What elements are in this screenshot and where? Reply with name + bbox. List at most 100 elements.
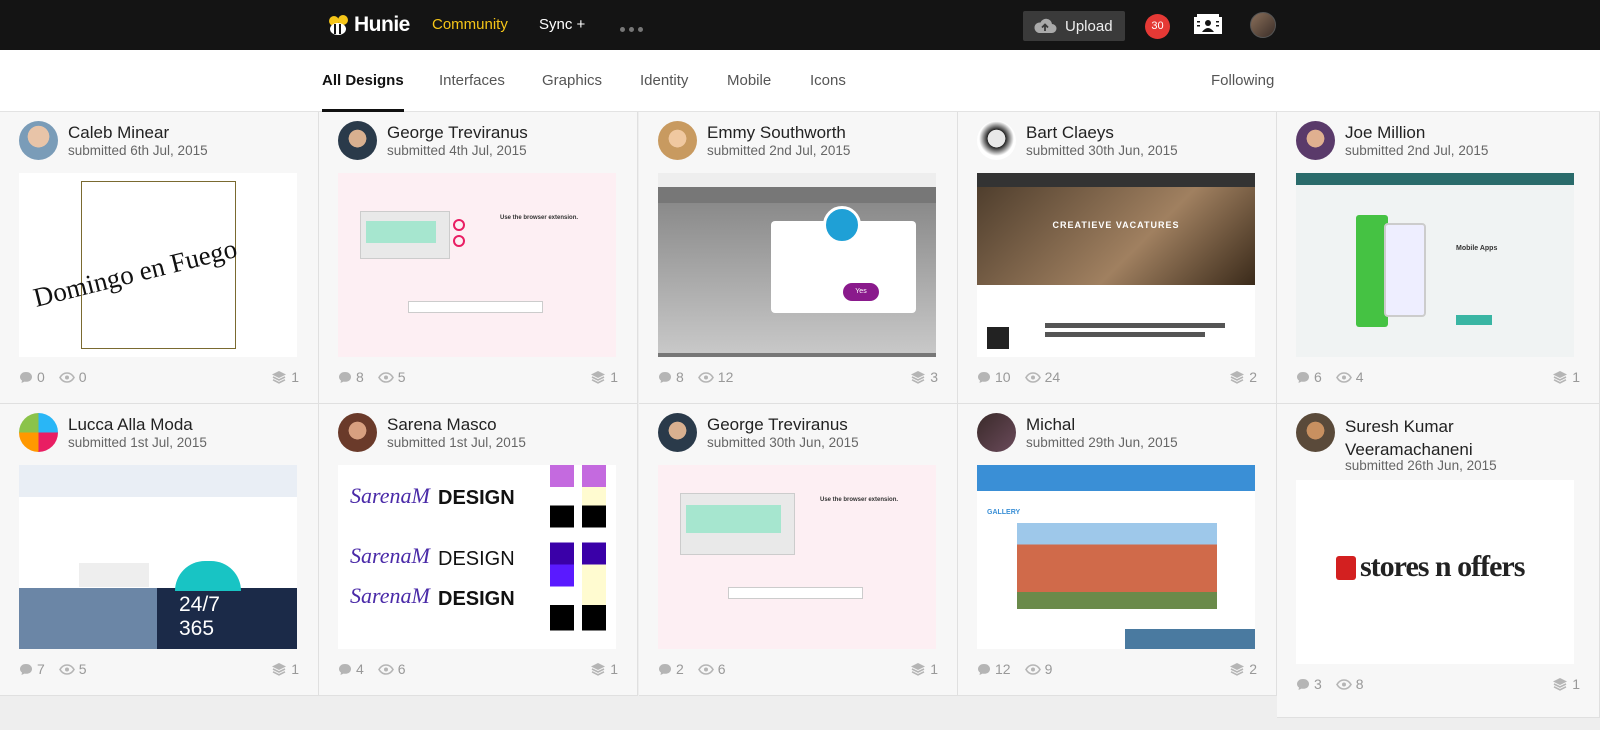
submitted-date: submitted 26th Jun, 2015 bbox=[1345, 458, 1497, 473]
nav-sync[interactable]: Sync + bbox=[539, 0, 585, 50]
design-card[interactable]: Caleb Minear submitted 6th Jul, 2015 Dom… bbox=[0, 112, 319, 404]
comments-stat[interactable]: 2 bbox=[658, 661, 684, 677]
design-card[interactable]: George Treviranus submitted 30th Jun, 20… bbox=[639, 404, 958, 696]
design-thumbnail[interactable]: CREATIEVE VACATURES bbox=[977, 173, 1255, 357]
author-name[interactable]: Bart Claeys bbox=[1026, 123, 1114, 143]
card-stats: 3 8 1 bbox=[1296, 675, 1580, 693]
author-avatar[interactable] bbox=[658, 413, 697, 452]
comments-stat[interactable]: 8 bbox=[658, 369, 684, 385]
tab-interfaces[interactable]: Interfaces bbox=[439, 50, 505, 112]
comments-stat[interactable]: 4 bbox=[338, 661, 364, 677]
thumb-text: Use the browser extension. bbox=[500, 215, 579, 221]
eye-icon bbox=[58, 663, 75, 675]
author-avatar[interactable] bbox=[1296, 121, 1335, 160]
comments-count: 6 bbox=[1314, 369, 1322, 385]
design-card[interactable]: Bart Claeys submitted 30th Jun, 2015 CRE… bbox=[958, 112, 1277, 404]
design-thumbnail[interactable]: GALLERY bbox=[977, 465, 1255, 649]
design-thumbnail[interactable]: Use the browser extension. bbox=[658, 465, 936, 649]
author-avatar[interactable] bbox=[338, 121, 377, 160]
layers-stat: 1 bbox=[910, 661, 938, 677]
upload-label: Upload bbox=[1065, 17, 1113, 35]
layers-icon bbox=[911, 371, 926, 384]
views-count: 5 bbox=[78, 661, 87, 677]
comments-stat[interactable]: 3 bbox=[1296, 676, 1322, 692]
comments-stat[interactable]: 12 bbox=[977, 661, 1011, 677]
tab-icons[interactable]: Icons bbox=[810, 50, 846, 112]
comments-count: 8 bbox=[356, 369, 364, 385]
layers-stat: 2 bbox=[1229, 661, 1257, 677]
comments-stat[interactable]: 6 bbox=[1296, 369, 1322, 385]
layers-icon bbox=[1553, 371, 1568, 384]
design-thumbnail[interactable]: Use the browser extension. bbox=[338, 173, 616, 357]
tab-following[interactable]: Following bbox=[1211, 50, 1274, 112]
author-avatar[interactable] bbox=[338, 413, 377, 452]
design-card[interactable]: Suresh Kumar Veeramachaneni submitted 26… bbox=[1277, 404, 1600, 718]
comment-icon bbox=[978, 663, 990, 675]
author-avatar[interactable] bbox=[19, 121, 58, 160]
design-card[interactable]: George Treviranus submitted 4th Jul, 201… bbox=[319, 112, 638, 404]
author-name[interactable]: Suresh Kumar Veeramachaneni bbox=[1345, 415, 1565, 461]
author-name[interactable]: George Treviranus bbox=[387, 123, 528, 143]
author-name[interactable]: Joe Million bbox=[1345, 123, 1425, 143]
eye-icon bbox=[697, 371, 714, 383]
design-thumbnail[interactable]: SarenaM DESIGN SarenaM DESIGN SarenaM DESIGN bbox=[338, 465, 616, 649]
comments-count: 7 bbox=[37, 661, 45, 677]
layers-stat: 2 bbox=[1229, 369, 1257, 385]
author-name[interactable]: George Treviranus bbox=[707, 415, 848, 435]
user-avatar[interactable] bbox=[1250, 12, 1276, 38]
notifications-badge[interactable]: 30 bbox=[1145, 14, 1170, 39]
author-name[interactable]: Lucca Alla Moda bbox=[68, 415, 193, 435]
design-thumbnail[interactable]: Domingo en Fuego bbox=[19, 173, 297, 357]
design-thumbnail[interactable]: stores n offers bbox=[1296, 480, 1574, 664]
design-card[interactable]: Lucca Alla Moda submitted 1st Jul, 2015 … bbox=[0, 404, 319, 696]
logo-text: Hunie bbox=[354, 13, 410, 36]
comments-stat[interactable]: 8 bbox=[338, 369, 364, 385]
layers-count: 1 bbox=[930, 661, 938, 677]
hunie-logo[interactable]: Hunie bbox=[327, 12, 410, 38]
views-count: 0 bbox=[78, 369, 87, 385]
author-avatar[interactable] bbox=[658, 121, 697, 160]
design-card[interactable]: Joe Million submitted 2nd Jul, 2015 Mobi… bbox=[1277, 112, 1600, 404]
views-stat: 9 bbox=[1024, 661, 1053, 677]
tab-graphics[interactable]: Graphics bbox=[542, 50, 602, 112]
comments-stat[interactable]: 7 bbox=[19, 661, 45, 677]
design-thumbnail[interactable]: Mobile Apps bbox=[1296, 173, 1574, 357]
views-stat: 8 bbox=[1335, 676, 1364, 692]
more-menu-icon[interactable] bbox=[620, 27, 643, 32]
layers-count: 2 bbox=[1249, 661, 1257, 677]
comment-icon bbox=[20, 371, 32, 383]
comment-icon bbox=[1297, 371, 1309, 383]
author-avatar[interactable] bbox=[977, 413, 1016, 452]
design-card[interactable]: Michal submitted 29th Jun, 2015 GALLERY … bbox=[958, 404, 1277, 696]
design-thumbnail[interactable]: Yes bbox=[658, 173, 936, 357]
comment-icon bbox=[1297, 678, 1309, 690]
card-stats: 10 24 2 bbox=[977, 368, 1257, 386]
author-avatar[interactable] bbox=[19, 413, 58, 452]
profile-card-icon[interactable] bbox=[1193, 14, 1223, 36]
author-name[interactable]: Emmy Southworth bbox=[707, 123, 846, 143]
author-avatar[interactable] bbox=[977, 121, 1016, 160]
card-stats: 0 0 1 bbox=[19, 368, 299, 386]
layers-icon bbox=[911, 663, 926, 676]
tab-all-designs[interactable]: All Designs bbox=[322, 50, 404, 112]
eye-icon bbox=[1024, 371, 1041, 383]
design-card[interactable]: Sarena Masco submitted 1st Jul, 2015 Sar… bbox=[319, 404, 638, 696]
author-name[interactable]: Caleb Minear bbox=[68, 123, 169, 143]
tab-mobile[interactable]: Mobile bbox=[727, 50, 771, 112]
submitted-date: submitted 30th Jun, 2015 bbox=[1026, 143, 1178, 158]
design-thumbnail[interactable]: 24/7 365 bbox=[19, 465, 297, 649]
upload-button[interactable]: Upload bbox=[1023, 11, 1125, 41]
design-card[interactable]: Emmy Southworth submitted 2nd Jul, 2015 … bbox=[639, 112, 958, 404]
author-avatar[interactable] bbox=[1296, 413, 1335, 452]
eye-icon bbox=[1335, 678, 1352, 690]
author-name[interactable]: Michal bbox=[1026, 415, 1075, 435]
submitted-date: submitted 1st Jul, 2015 bbox=[387, 435, 526, 450]
submitted-date: submitted 2nd Jul, 2015 bbox=[1345, 143, 1489, 158]
eye-icon bbox=[1024, 663, 1041, 675]
tab-identity[interactable]: Identity bbox=[640, 50, 688, 112]
comments-stat[interactable]: 0 bbox=[19, 369, 45, 385]
nav-community[interactable]: Community bbox=[432, 0, 508, 50]
views-count: 9 bbox=[1044, 661, 1053, 677]
comments-stat[interactable]: 10 bbox=[977, 369, 1011, 385]
author-name[interactable]: Sarena Masco bbox=[387, 415, 497, 435]
